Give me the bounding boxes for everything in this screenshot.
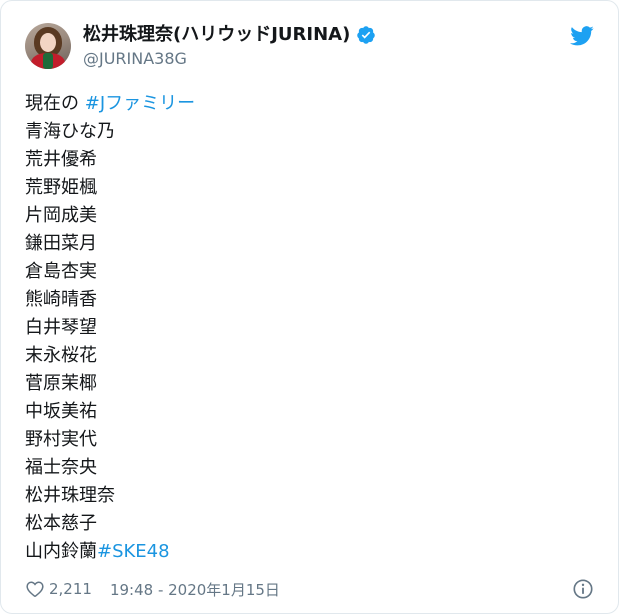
member-name: 倉島杏実 [25,261,97,282]
member-name: 荒井優希 [25,149,97,170]
member-name: 福士奈央 [25,457,97,478]
member-line: 青海ひな乃 [25,118,195,146]
member-name: 松井珠理奈 [25,485,115,506]
avatar-accent [43,53,53,69]
member-name: 白井琴望 [25,317,97,338]
avatar-face [40,33,56,52]
member-line: 菅原茉椰 [25,370,195,398]
user-name-row[interactable]: 松井珠理奈(ハリウッドJURINA) [83,24,376,46]
member-name: 中坂美祐 [25,401,97,422]
tweet-text: 現在の #Jファミリー 青海ひな乃荒井優希荒野姫楓片岡成美鎌田菜月倉島杏実熊崎晴… [25,90,195,566]
member-name: 熊崎晴香 [25,289,97,310]
member-line: 末永桜花 [25,342,195,370]
hashtag-ske48-link[interactable]: #SKE48 [97,541,170,562]
member-line: 福士奈央 [25,454,195,482]
tweet-timestamp[interactable]: 19:48 - 2020年1月15日 [110,579,280,600]
member-name: 末永桜花 [25,345,97,366]
member-name: 野村実代 [25,429,97,450]
member-name: 鎌田菜月 [25,233,97,254]
twitter-bird-icon[interactable] [570,25,594,47]
user-handle[interactable]: @JURINA38G [83,49,187,69]
member-name: 山内鈴蘭 [25,541,97,562]
member-line: 野村実代 [25,426,195,454]
user-avatar[interactable] [25,23,71,69]
member-line: 倉島杏実 [25,258,195,286]
member-name: 荒野姫楓 [25,177,97,198]
tweet-last-line: 山内鈴蘭#SKE48 [25,538,195,566]
member-line: 片岡成美 [25,202,195,230]
tweet-card: 松井珠理奈(ハリウッドJURINA) @JURINA38G 現在の #Jファミリ… [0,0,619,614]
member-name: 片岡成美 [25,205,97,226]
member-name: 松本慈子 [25,513,97,534]
tweet-intro-line: 現在の #Jファミリー [25,90,195,118]
member-line: 熊崎晴香 [25,286,195,314]
user-display-name[interactable]: 松井珠理奈(ハリウッドJURINA) [83,24,350,46]
intro-text: 現在の [25,93,85,114]
like-count: 2,211 [49,580,92,598]
heart-icon[interactable] [25,579,45,599]
member-line: 鎌田菜月 [25,230,195,258]
member-name: 青海ひな乃 [25,121,115,142]
member-line: 荒井優希 [25,146,195,174]
like-button[interactable]: 2,211 [25,579,92,599]
member-line: 白井琴望 [25,314,195,342]
hashtag-j-family-link[interactable]: #Jファミリー [85,93,195,114]
member-line: 中坂美祐 [25,398,195,426]
verified-badge-icon [357,26,376,44]
member-name: 菅原茉椰 [25,373,97,394]
member-line: 松本慈子 [25,510,195,538]
info-icon[interactable] [572,578,594,600]
tweet-footer: 2,211 19:48 - 2020年1月15日 [25,576,594,602]
member-line: 荒野姫楓 [25,174,195,202]
member-line: 松井珠理奈 [25,482,195,510]
